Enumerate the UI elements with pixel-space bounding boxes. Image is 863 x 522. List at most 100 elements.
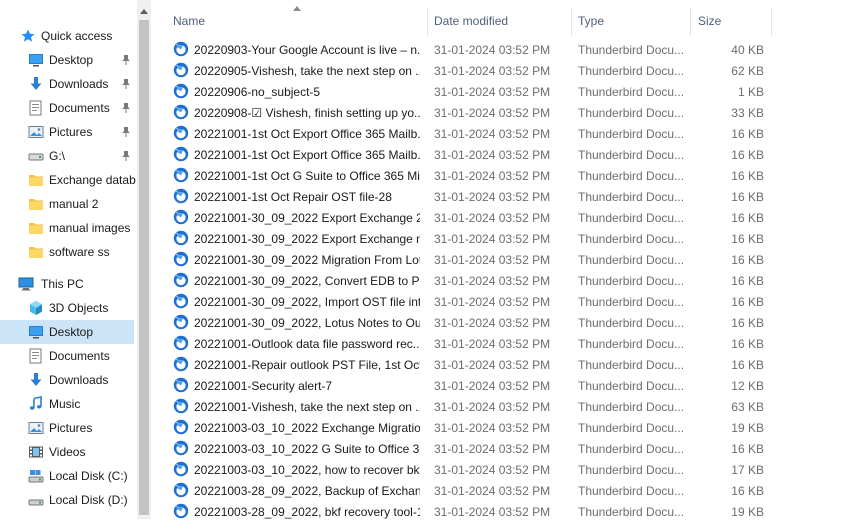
- file-row[interactable]: 20221001-Security alert-7 31-01-2024 03:5…: [170, 375, 770, 396]
- file-name: 20221003-28_09_2022, bkf recovery tool-1…: [194, 505, 420, 519]
- nav-item-pictures[interactable]: Pictures: [0, 416, 134, 440]
- pin-icon[interactable]: [121, 78, 131, 90]
- file-row[interactable]: 20221001-30_09_2022 Export Exchange 20..…: [170, 207, 770, 228]
- nav-item-label: Pictures: [49, 125, 93, 139]
- folder-icon: [28, 220, 44, 236]
- thunderbird-file-icon: [173, 440, 189, 456]
- thunderbird-file-icon: [173, 230, 189, 246]
- file-name: 20221001-Security alert-7: [194, 379, 333, 393]
- file-name: 20221001-Repair outlook PST File, 1st Oc…: [194, 358, 420, 372]
- file-row[interactable]: 20221001-1st Oct G Suite to Office 365 M…: [170, 165, 770, 186]
- folder-icon: [28, 196, 44, 212]
- nav-item-desktop[interactable]: Desktop: [0, 48, 134, 72]
- thunderbird-file-icon: [173, 482, 189, 498]
- file-type: Thunderbird Docu...: [578, 190, 685, 204]
- file-row[interactable]: 20221001-1st Oct Export Office 365 Mailb…: [170, 144, 770, 165]
- download-icon: [28, 76, 44, 92]
- nav-item-manual-images[interactable]: manual images: [0, 216, 134, 240]
- file-row[interactable]: 20221001-30_09_2022 Migration From Lot..…: [170, 249, 770, 270]
- file-row[interactable]: 20220906-no_subject-5 31-01-2024 03:52 PM…: [170, 81, 770, 102]
- pin-icon[interactable]: [121, 54, 131, 66]
- file-row[interactable]: 20221001-Vishesh, take the next step on …: [170, 396, 770, 417]
- file-date-modified: 31-01-2024 03:52 PM: [434, 295, 551, 309]
- nav-item-label: Videos: [49, 445, 86, 459]
- nav-item-downloads[interactable]: Downloads: [0, 72, 134, 96]
- thunderbird-file-icon: [173, 62, 189, 78]
- nav-item-software-ss[interactable]: software ss: [0, 240, 134, 264]
- file-type: Thunderbird Docu...: [578, 295, 685, 309]
- file-date-modified: 31-01-2024 03:52 PM: [434, 64, 551, 78]
- file-row[interactable]: 20220903-Your Google Account is live – n…: [170, 39, 770, 60]
- nav-item-this-pc[interactable]: This PC: [0, 272, 134, 296]
- nav-item-pictures[interactable]: Pictures: [0, 120, 134, 144]
- file-row[interactable]: 20221003-03_10_2022 Exchange Migratio...…: [170, 417, 770, 438]
- scrollbar-thumb[interactable]: [139, 20, 149, 515]
- file-row[interactable]: 20221001-30_09_2022, Lotus Notes to Out.…: [170, 312, 770, 333]
- nav-item-g[interactable]: G:\: [0, 144, 134, 168]
- file-type: Thunderbird Docu...: [578, 379, 685, 393]
- scroll-up-arrow-icon[interactable]: [140, 9, 148, 14]
- nav-item-documents[interactable]: Documents: [0, 344, 134, 368]
- file-name: 20220908-☑ Vishesh, finish setting up yo…: [194, 106, 420, 120]
- nav-item-label: Exchange databa: [49, 173, 136, 187]
- nav-item-label: Documents: [49, 349, 110, 363]
- file-row[interactable]: 20220905-Vishesh, take the next step on …: [170, 60, 770, 81]
- nav-item-documents[interactable]: Documents: [0, 96, 134, 120]
- nav-item-3d-objects[interactable]: 3D Objects: [0, 296, 134, 320]
- file-row[interactable]: 20221001-30_09_2022 Export Exchange m...…: [170, 228, 770, 249]
- file-row[interactable]: 20221001-Repair outlook PST File, 1st Oc…: [170, 354, 770, 375]
- column-divider[interactable]: [771, 8, 772, 36]
- file-size: 16 KB: [731, 253, 764, 267]
- file-row[interactable]: 20221001-1st Oct Export Office 365 Mailb…: [170, 123, 770, 144]
- file-name: 20221001-Vishesh, take the next step on …: [194, 400, 420, 414]
- file-row[interactable]: 20221001-30_09_2022, Convert EDB to PS..…: [170, 270, 770, 291]
- nav-item-label: Downloads: [49, 77, 109, 91]
- file-row[interactable]: 20221001-Outlook data file password rec.…: [170, 333, 770, 354]
- disk-d-icon: [28, 492, 44, 508]
- pin-icon[interactable]: [121, 150, 131, 162]
- nav-item-label: Downloads: [49, 373, 109, 387]
- file-size: 33 KB: [731, 106, 764, 120]
- file-name: 20221001-1st Oct Export Office 365 Mailb…: [194, 127, 420, 141]
- file-size: 16 KB: [731, 127, 764, 141]
- column-header-size[interactable]: Size: [691, 0, 771, 36]
- file-size: 63 KB: [731, 400, 764, 414]
- thunderbird-file-icon: [173, 503, 189, 519]
- file-row[interactable]: 20221003-28_09_2022, Backup of Exchan...…: [170, 480, 770, 501]
- nav-item-quick-access[interactable]: Quick access: [0, 24, 134, 48]
- nav-item-music[interactable]: Music: [0, 392, 134, 416]
- file-date-modified: 31-01-2024 03:52 PM: [434, 127, 551, 141]
- file-row[interactable]: 20221001-1st Oct Repair OST file-28 31-01…: [170, 186, 770, 207]
- file-type: Thunderbird Docu...: [578, 169, 685, 183]
- file-type: Thunderbird Docu...: [578, 505, 685, 519]
- download-icon: [28, 372, 44, 388]
- file-name: 20220905-Vishesh, take the next step on …: [194, 64, 420, 78]
- file-row[interactable]: 20220908-☑ Vishesh, finish setting up yo…: [170, 102, 770, 123]
- nav-item-downloads[interactable]: Downloads: [0, 368, 134, 392]
- nav-item-label: Music: [49, 397, 81, 411]
- nav-item-label: G:\: [49, 149, 66, 163]
- file-name: 20220906-no_subject-5: [194, 85, 321, 99]
- file-row[interactable]: 20221003-03_10_2022, how to recover bkf.…: [170, 459, 770, 480]
- nav-item-local-disk-d[interactable]: Local Disk (D:): [0, 488, 134, 512]
- file-name: 20221003-03_10_2022 G Suite to Office 36…: [194, 442, 420, 456]
- nav-item-label: software ss: [49, 245, 110, 259]
- nav-item-desktop[interactable]: Desktop: [0, 320, 134, 344]
- thunderbird-file-icon: [173, 293, 189, 309]
- column-header-type[interactable]: Type: [572, 0, 690, 36]
- file-size: 16 KB: [731, 484, 764, 498]
- file-name: 20221001-30_09_2022 Migration From Lot..…: [194, 253, 420, 267]
- nav-item-local-disk-c[interactable]: Local Disk (C:): [0, 464, 134, 488]
- nav-scrollbar[interactable]: [137, 0, 151, 519]
- file-row[interactable]: 20221003-03_10_2022 G Suite to Office 36…: [170, 438, 770, 459]
- file-date-modified: 31-01-2024 03:52 PM: [434, 253, 551, 267]
- pin-icon[interactable]: [121, 102, 131, 114]
- file-row[interactable]: 20221001-30_09_2022, Import OST file int…: [170, 291, 770, 312]
- pin-icon[interactable]: [121, 126, 131, 138]
- nav-item-manual-2[interactable]: manual 2: [0, 192, 134, 216]
- file-date-modified: 31-01-2024 03:52 PM: [434, 484, 551, 498]
- nav-item-videos[interactable]: Videos: [0, 440, 134, 464]
- nav-item-exchange-databa[interactable]: Exchange databa: [0, 168, 136, 192]
- column-header-date-modified[interactable]: Date modified: [428, 0, 571, 36]
- drive-icon: [28, 148, 44, 164]
